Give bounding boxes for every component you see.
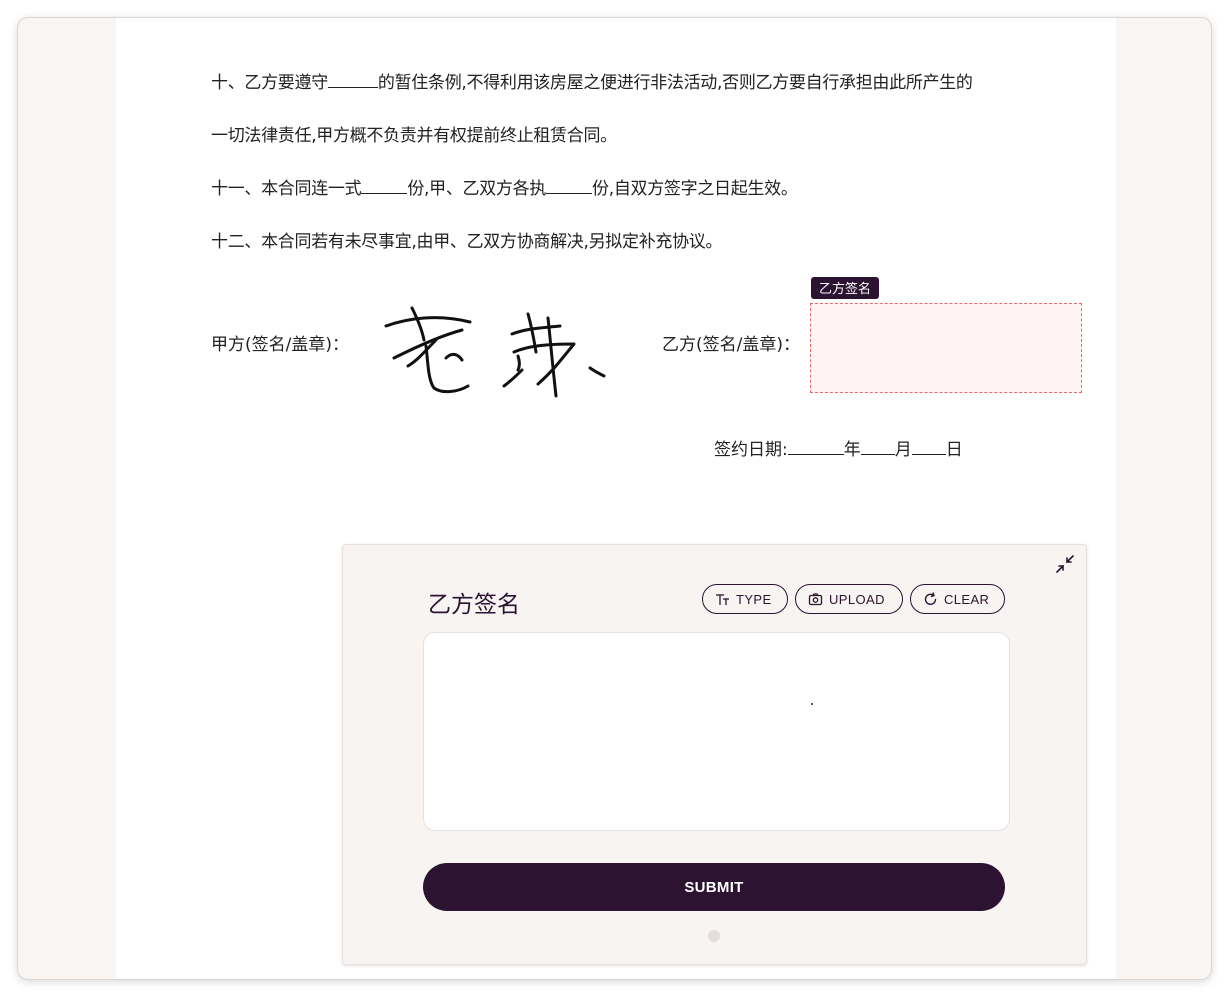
- party-a-signature: [384, 306, 606, 398]
- day-blank: [911, 440, 946, 455]
- clause-11: 十一、本合同连一式 份,甲、乙双方各执 份,自双方签字之日起生效。: [211, 174, 798, 199]
- clause-12: 十二、本合同若有未尽事宜,由甲、乙双方协商解决,另拟定补充协议。: [211, 232, 723, 252]
- signature-field-tag: 乙方签名: [811, 277, 880, 299]
- clause-text: 十、乙方要遵守: [211, 73, 328, 93]
- signing-date: 签约日期: 年 月 日: [714, 435, 963, 460]
- party-b-label: 乙方(签名/盖章)：: [662, 335, 800, 355]
- party-b-signature-field[interactable]: [810, 303, 1082, 393]
- page-indicator-dot: [708, 930, 720, 942]
- type-icon: [716, 593, 729, 605]
- party-a-label: 甲方(签名/盖章)：: [211, 335, 349, 355]
- camera-icon: [808, 592, 823, 605]
- upload-button[interactable]: UPLOAD: [795, 584, 903, 614]
- blank-underline: [327, 73, 378, 88]
- collapse-icon[interactable]: [1054, 553, 1076, 575]
- refresh-icon: [924, 591, 937, 605]
- app-window: 十、乙方要遵守 的暂住条例,不得利用该房屋之便进行非法活动,否则乙方要自行承担由此…: [18, 18, 1211, 979]
- year-label: 年: [843, 440, 861, 460]
- day-label: 日: [945, 440, 963, 460]
- signature-panel: 乙方签名 TYPE UPLOAD CLEAR SUBMIT: [342, 544, 1087, 965]
- ink-dot: [811, 703, 813, 705]
- blank-underline: [361, 179, 408, 194]
- clause-text: 份,自双方签字之日起生效。: [592, 179, 798, 199]
- clause-10-line-2: 一切法律责任,甲方概不负责并有权提前终止租赁合同。: [211, 126, 617, 146]
- blank-underline: [546, 179, 593, 194]
- signature-panel-title: 乙方签名: [428, 592, 520, 618]
- year-blank: [787, 440, 844, 455]
- upload-button-label: UPLOAD: [829, 591, 885, 607]
- type-button[interactable]: TYPE: [702, 584, 788, 614]
- clause-text: 的暂住条例,不得利用该房屋之便进行非法活动,否则乙方要自行承担由此所产生的: [377, 73, 973, 93]
- signature-draw-canvas[interactable]: [423, 632, 1010, 831]
- clear-button[interactable]: CLEAR: [910, 584, 1005, 614]
- clause-text: 份,甲、乙双方各执: [407, 179, 547, 199]
- month-label: 月: [894, 440, 912, 460]
- clear-button-label: CLEAR: [944, 591, 990, 607]
- type-button-label: TYPE: [736, 591, 772, 607]
- submit-button[interactable]: SUBMIT: [423, 863, 1005, 911]
- clause-text: 十一、本合同连一式: [211, 179, 362, 199]
- clause-10-line-1: 十、乙方要遵守 的暂住条例,不得利用该房屋之便进行非法活动,否则乙方要自行承担由此…: [211, 68, 973, 93]
- contract-page: 十、乙方要遵守 的暂住条例,不得利用该房屋之便进行非法活动,否则乙方要自行承担由此…: [116, 18, 1116, 979]
- date-label: 签约日期:: [714, 440, 788, 460]
- month-blank: [860, 440, 895, 455]
